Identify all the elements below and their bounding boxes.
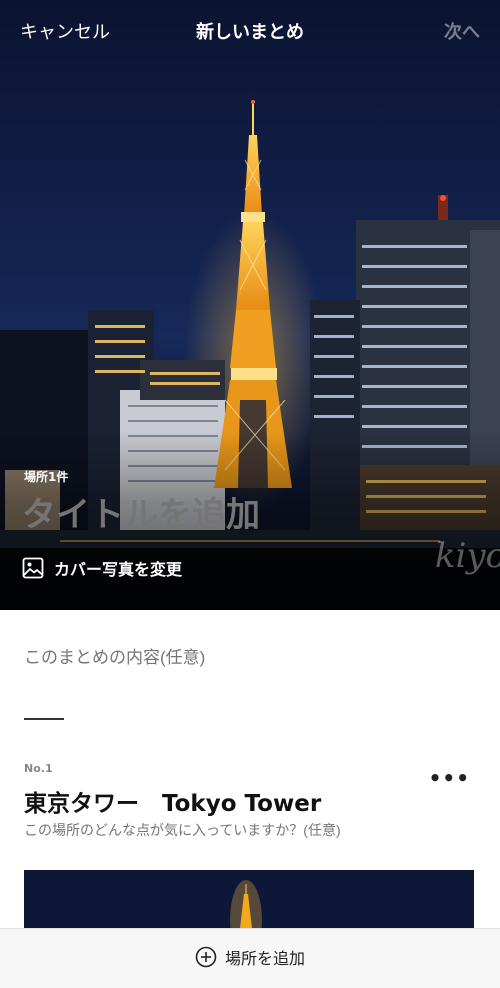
change-cover-label: カバー写真を変更 bbox=[54, 560, 183, 579]
more-dots-icon[interactable]: ••• bbox=[429, 766, 470, 790]
spot-comment-input[interactable] bbox=[24, 822, 474, 838]
add-place-label: 場所を追加 bbox=[224, 949, 305, 968]
image-icon bbox=[22, 557, 44, 579]
plus-circle-icon bbox=[195, 946, 217, 968]
spot-name: 東京タワー Tokyo Tower bbox=[24, 791, 322, 817]
change-cover-photo-button[interactable]: カバー写真を変更 bbox=[22, 554, 182, 582]
next-button[interactable]: 次へ bbox=[444, 18, 480, 44]
navigation-bar: キャンセル 新しいまとめ 次へ bbox=[0, 0, 500, 60]
photo-watermark: kiyo bbox=[434, 536, 500, 576]
create-summary-screen: キャンセル 新しいまとめ 次へ 場所1件 カバー写真を変更 kiyo No.1 … bbox=[0, 0, 500, 988]
section-divider bbox=[24, 718, 64, 720]
cover-photo: キャンセル 新しいまとめ 次へ 場所1件 カバー写真を変更 kiyo bbox=[0, 0, 500, 610]
summary-description-input[interactable] bbox=[24, 648, 474, 668]
summary-title-input[interactable] bbox=[22, 490, 442, 540]
page-title: 新しいまとめ bbox=[196, 22, 304, 43]
place-count-label: 場所1件 bbox=[24, 470, 69, 484]
bottom-toolbar: 場所を追加 bbox=[0, 928, 500, 988]
add-place-button[interactable]: 場所を追加 bbox=[0, 945, 500, 969]
spot-number: No.1 bbox=[24, 762, 53, 775]
